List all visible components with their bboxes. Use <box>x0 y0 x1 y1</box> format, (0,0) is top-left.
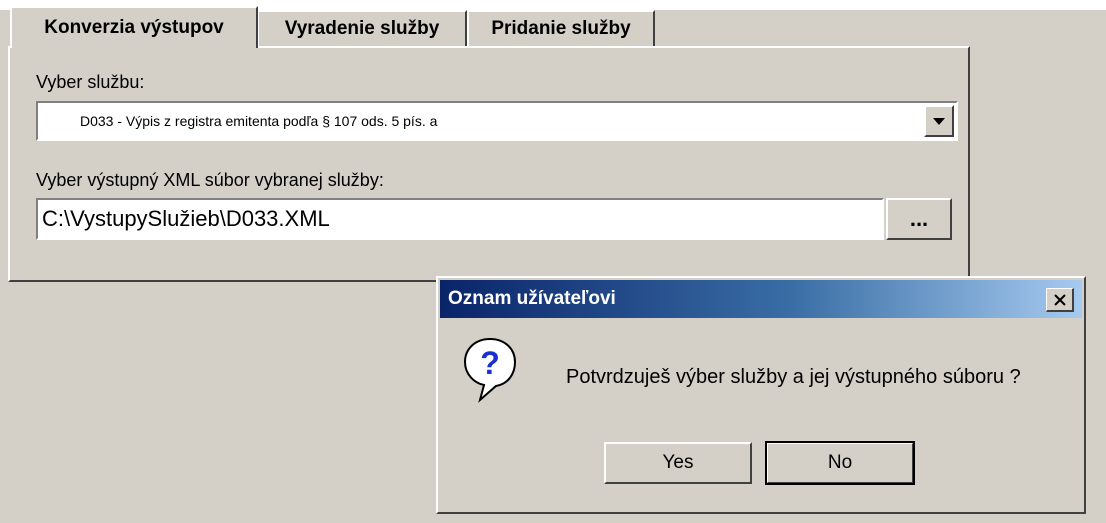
tab-label: Konverzia výstupov <box>44 17 224 38</box>
dialog-message: Potvrdzuješ výber služby a jej výstupnéh… <box>566 366 1021 388</box>
svg-text:?: ? <box>480 345 500 381</box>
tab-label: Pridanie služby <box>491 18 631 39</box>
browse-button[interactable]: ... <box>886 198 952 240</box>
no-label: No <box>827 452 853 473</box>
question-icon: ? <box>463 337 517 403</box>
service-selected-value: D033 - Výpis z registra emitenta podľa §… <box>80 113 438 129</box>
file-path-input[interactable]: C:\VystupySlužieb\D033.XML <box>36 198 884 240</box>
service-select[interactable]: D033 - Výpis z registra emitenta podľa §… <box>36 101 958 141</box>
tab-vyradenie-sluzby[interactable]: Vyradenie služby <box>257 10 467 46</box>
tab-panel: Vyber službu: D033 - Výpis z registra em… <box>8 46 970 282</box>
dialog-title: Oznam užívateľovi <box>448 288 616 309</box>
close-button[interactable] <box>1046 288 1074 312</box>
yes-label: Yes <box>662 452 694 473</box>
confirm-dialog: Oznam užívateľovi ? Potvrdzuješ výber sl… <box>436 276 1086 514</box>
no-button[interactable]: No <box>765 441 915 485</box>
chevron-down-icon <box>933 117 945 125</box>
dialog-titlebar: Oznam užívateľovi <box>440 280 1082 318</box>
browse-label: ... <box>909 206 929 231</box>
file-label: Vyber výstupný XML súbor vybranej služby… <box>36 170 384 190</box>
dropdown-button[interactable] <box>924 105 954 137</box>
service-label: Vyber službu: <box>36 72 145 92</box>
window-background: Konverzia výstupov Vyradenie služby Prid… <box>0 0 1106 523</box>
tab-konverzia-vystupov[interactable]: Konverzia výstupov <box>10 6 258 48</box>
tab-label: Vyradenie služby <box>284 18 440 39</box>
tab-pridanie-sluzby[interactable]: Pridanie služby <box>467 10 655 46</box>
close-icon <box>1053 293 1066 306</box>
yes-button[interactable]: Yes <box>604 442 752 484</box>
